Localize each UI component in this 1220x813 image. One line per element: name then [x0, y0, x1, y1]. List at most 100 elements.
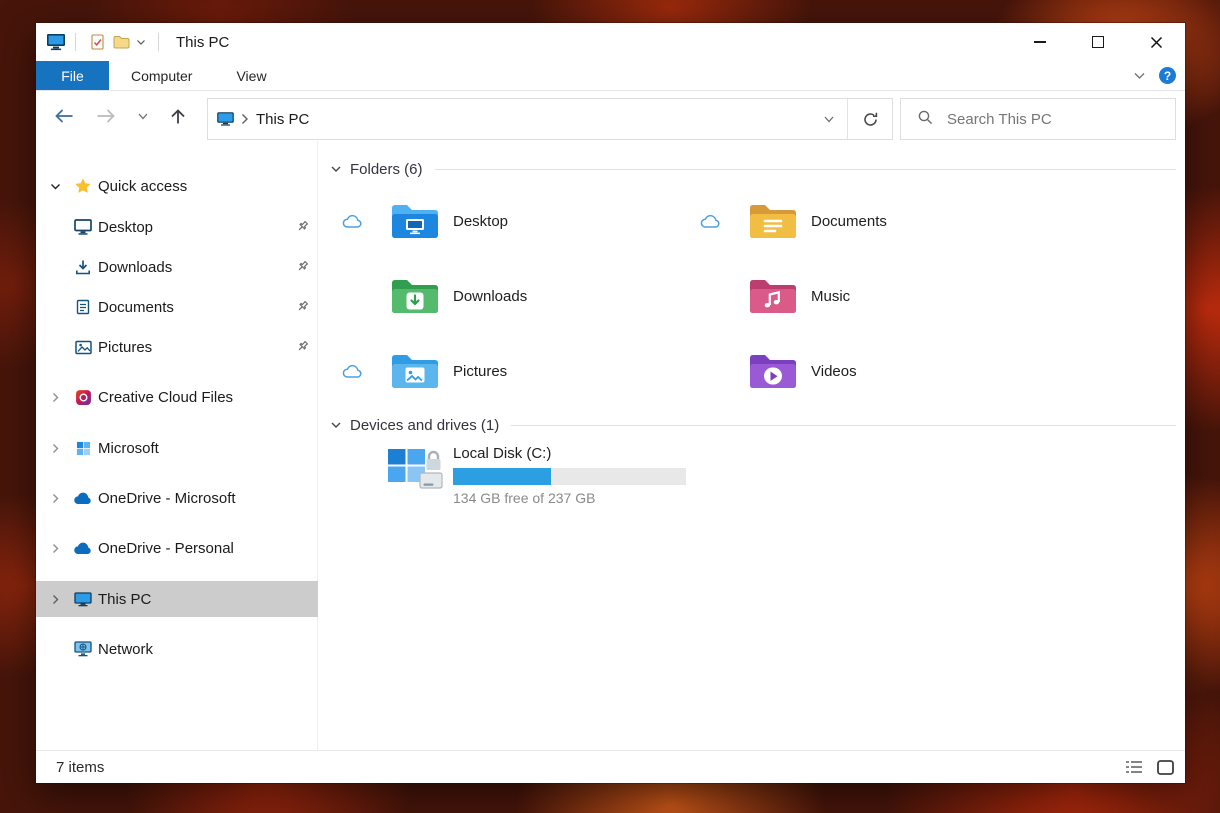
collapse-chevron-icon[interactable] — [330, 419, 342, 431]
onedrive-cloud-icon — [73, 492, 93, 505]
capacity-bar-fill — [453, 468, 551, 485]
details-view-button[interactable] — [1124, 757, 1144, 777]
file-explorer-window: This PC File Computer View ? This PC Sea… — [35, 22, 1186, 784]
item-count: 7 items — [56, 758, 105, 776]
section-divider — [434, 168, 1176, 170]
files-pane: Folders (6) Desktop Documents Downloads … — [318, 141, 1185, 750]
new-folder-icon[interactable] — [109, 28, 133, 56]
customize-chevron-icon[interactable] — [133, 28, 149, 56]
drive-tile-local-disk-c[interactable]: Local Disk (C:) 134 GB free of 237 GB — [330, 446, 760, 510]
address-dropdown-chevron-icon[interactable] — [824, 116, 834, 123]
breadcrumb-chevron-icon[interactable] — [241, 113, 249, 125]
creative-cloud-icon — [73, 389, 93, 406]
documents-folder-icon — [748, 200, 798, 242]
tab-file[interactable]: File — [36, 61, 109, 90]
sidebar-item-pictures[interactable]: Pictures — [36, 327, 318, 367]
back-arrow-icon — [55, 109, 73, 123]
windows-drive-icon — [386, 446, 444, 501]
chevron-right-icon[interactable] — [47, 443, 63, 454]
folder-tile-videos[interactable]: Videos — [688, 346, 1033, 396]
pin-icon — [296, 260, 309, 278]
folder-tile-label: Videos — [811, 362, 857, 380]
document-icon — [73, 299, 93, 315]
forward-button[interactable] — [96, 108, 116, 124]
minimize-icon — [1034, 41, 1046, 43]
ribbon-collapse-chevron-icon[interactable] — [1134, 67, 1145, 85]
view-toggles — [1124, 757, 1175, 777]
music-folder-icon — [748, 275, 798, 317]
ribbon-right: ? — [1134, 61, 1185, 90]
folder-tile-music[interactable]: Music — [688, 271, 1033, 321]
help-button[interactable]: ? — [1159, 67, 1176, 84]
navigation-buttons — [54, 91, 186, 141]
capacity-bar — [453, 468, 686, 485]
close-button[interactable] — [1133, 23, 1179, 61]
sidebar-item-documents[interactable]: Documents — [36, 287, 318, 327]
search-box[interactable] — [900, 98, 1176, 140]
section-title: Folders (6) — [350, 160, 423, 178]
cloud-status-icon — [342, 364, 363, 379]
section-title: Devices and drives (1) — [350, 416, 500, 434]
onedrive-cloud-icon — [73, 542, 93, 555]
pictures-folder-icon — [390, 350, 440, 392]
window-title: This PC — [176, 33, 230, 51]
collapse-chevron-icon[interactable] — [330, 163, 342, 175]
tab-view[interactable]: View — [214, 61, 288, 90]
sidebar-item-label: Quick access — [98, 177, 188, 195]
ribbon-bar: File Computer View ? — [36, 61, 1185, 91]
pin-icon — [296, 340, 309, 358]
chevron-right-icon[interactable] — [47, 392, 63, 403]
sidebar-item-desktop[interactable]: Desktop — [36, 207, 318, 247]
refresh-button[interactable] — [848, 99, 892, 139]
sidebar-item-label: OneDrive - Microsoft — [98, 489, 236, 507]
search-icon — [917, 109, 933, 130]
chevron-down-icon[interactable] — [47, 181, 63, 192]
folder-tile-desktop[interactable]: Desktop — [330, 196, 675, 246]
drive-name: Local Disk (C:) — [453, 445, 552, 462]
tab-computer[interactable]: Computer — [109, 61, 214, 90]
properties-icon[interactable] — [85, 28, 109, 56]
navigation-bar: This PC — [36, 91, 1185, 141]
chevron-right-icon[interactable] — [47, 493, 63, 504]
recent-locations-chevron-icon[interactable] — [138, 113, 148, 120]
sidebar-item-onedrive-microsoft[interactable]: OneDrive - Microsoft — [36, 478, 318, 518]
sidebar-item-network[interactable]: Network — [36, 629, 318, 669]
sidebar-item-label: This PC — [98, 590, 152, 608]
sidebar-item-label: OneDrive - Personal — [98, 539, 234, 557]
search-input[interactable] — [945, 109, 1175, 129]
sidebar-item-downloads[interactable]: Downloads — [36, 247, 318, 287]
microsoft-icon — [73, 441, 93, 456]
desktop-folder-icon — [390, 200, 440, 242]
folder-tile-documents[interactable]: Documents — [688, 196, 1033, 246]
sidebar-item-onedrive-personal[interactable]: OneDrive - Personal — [36, 528, 318, 568]
folder-tile-downloads[interactable]: Downloads — [330, 271, 675, 321]
maximize-icon — [1092, 36, 1104, 48]
sidebar-item-label: Microsoft — [98, 439, 159, 457]
folder-tile-pictures[interactable]: Pictures — [330, 346, 675, 396]
sidebar-item-label: Pictures — [98, 338, 153, 356]
titlebar: This PC — [36, 23, 1185, 61]
folders-section-header[interactable]: Folders (6) — [330, 155, 1176, 183]
breadcrumb[interactable]: This PC — [256, 111, 309, 128]
monitor-icon — [73, 219, 93, 235]
section-divider — [511, 424, 1176, 426]
chevron-right-icon[interactable] — [47, 543, 63, 554]
sidebar-item-microsoft[interactable]: Microsoft — [36, 428, 318, 468]
window-controls — [1017, 23, 1179, 61]
chevron-right-icon[interactable] — [47, 594, 63, 605]
minimize-button[interactable] — [1017, 23, 1063, 61]
downloads-folder-icon — [390, 275, 440, 317]
folder-tile-label: Pictures — [453, 362, 508, 380]
sidebar-item-quick-access[interactable]: Quick access — [36, 166, 318, 206]
devices-section-header[interactable]: Devices and drives (1) — [330, 411, 1176, 439]
up-button[interactable] — [170, 108, 186, 125]
sidebar-item-label: Desktop — [98, 218, 154, 236]
sidebar-item-creative-cloud-files[interactable]: Creative Cloud Files — [36, 377, 318, 417]
maximize-button[interactable] — [1075, 23, 1121, 61]
sidebar-item-this-pc[interactable]: This PC — [36, 581, 318, 617]
titlebar-separator — [158, 33, 159, 51]
large-icons-view-button[interactable] — [1155, 757, 1175, 777]
back-button[interactable] — [54, 108, 74, 124]
address-bar[interactable]: This PC — [207, 98, 893, 140]
sidebar-item-label: Network — [98, 640, 154, 658]
